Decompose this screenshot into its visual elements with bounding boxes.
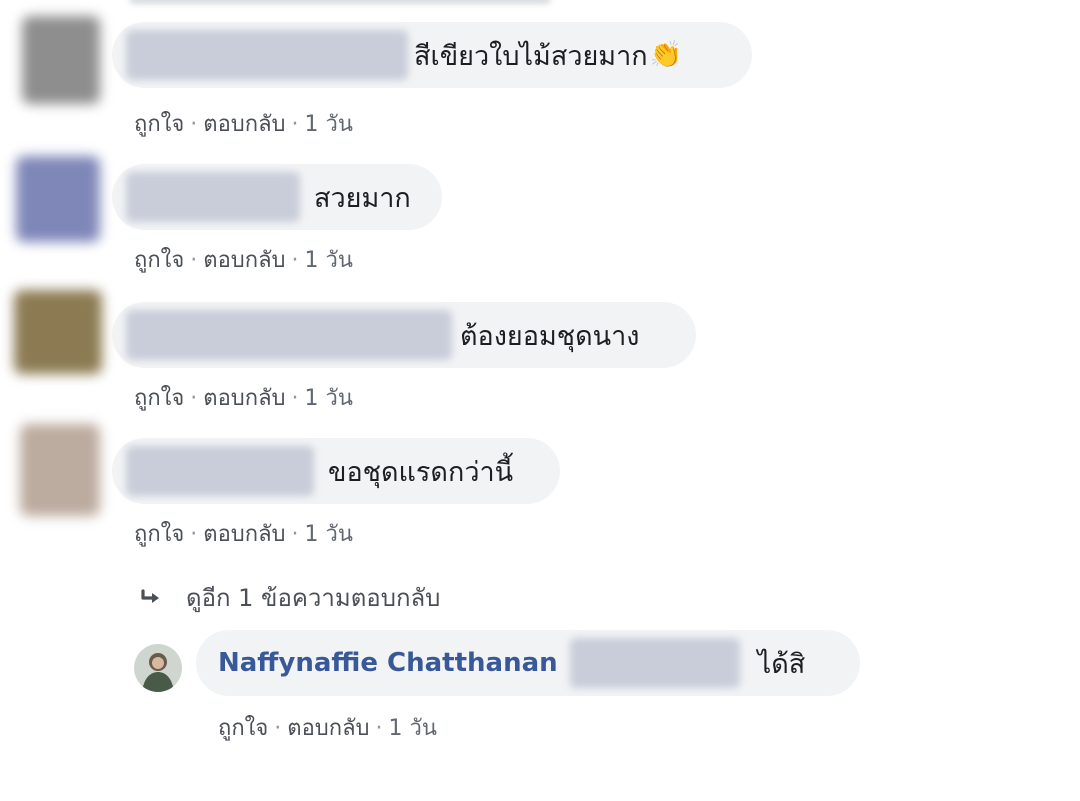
avatar[interactable] — [16, 156, 100, 242]
reply-link[interactable]: ตอบกลับ — [203, 248, 285, 273]
comment-time[interactable]: 1 วัน — [305, 112, 353, 137]
comment-text: ขอชุดแรดกว่านี้ — [328, 456, 514, 488]
reply-link[interactable]: ตอบกลับ — [287, 716, 369, 741]
comment-bubble: สีเขียวใบไม้สวยมาก 👏 — [112, 22, 752, 88]
like-link[interactable]: ถูกใจ — [218, 716, 268, 741]
person-photo-icon — [134, 644, 182, 692]
commenter-name-blurred[interactable] — [126, 172, 300, 222]
like-link[interactable]: ถูกใจ — [134, 112, 184, 137]
reply-author-link[interactable]: Naffynaffie Chatthanan — [218, 648, 558, 678]
truncated-top-line — [130, 0, 550, 4]
comment-time[interactable]: 1 วัน — [305, 386, 353, 411]
clap-emoji: 👏 — [649, 40, 682, 70]
commenter-name-blurred[interactable] — [126, 446, 314, 496]
avatar[interactable] — [14, 290, 102, 374]
comment-bubble: ต้องยอมชุดนาง — [112, 302, 696, 368]
comment-text: สวยมาก — [314, 182, 411, 214]
commenter-name-blurred[interactable] — [126, 310, 452, 360]
comment-time[interactable]: 1 วัน — [305, 248, 353, 273]
reply-bubble: Naffynaffie Chatthanan ได้สิ — [196, 630, 860, 696]
comment-bubble: สวยมาก — [112, 164, 442, 230]
reply-text: ได้สิ — [757, 648, 806, 680]
like-link[interactable]: ถูกใจ — [134, 248, 184, 273]
comment-actions: ถูกใจ · ตอบกลับ · 1 วัน — [134, 386, 353, 411]
reply-link[interactable]: ตอบกลับ — [203, 386, 285, 411]
like-link[interactable]: ถูกใจ — [134, 522, 184, 547]
comment-actions: ถูกใจ · ตอบกลับ · 1 วัน — [134, 248, 353, 273]
reply-time[interactable]: 1 วัน — [389, 716, 437, 741]
comment-bubble: ขอชุดแรดกว่านี้ — [112, 438, 560, 504]
avatar[interactable] — [22, 16, 100, 104]
commenter-name-blurred[interactable] — [126, 30, 408, 80]
reply-link[interactable]: ตอบกลับ — [203, 522, 285, 547]
reply-link[interactable]: ตอบกลับ — [203, 112, 285, 137]
reply-actions: ถูกใจ · ตอบกลับ · 1 วัน — [218, 716, 437, 741]
comment-time[interactable]: 1 วัน — [305, 522, 353, 547]
avatar[interactable] — [20, 424, 100, 516]
comment-actions: ถูกใจ · ตอบกลับ · 1 วัน — [134, 522, 353, 547]
view-more-replies-link[interactable]: ดูอีก 1 ข้อความตอบกลับ — [140, 578, 440, 617]
tagged-name-blurred[interactable] — [569, 638, 740, 688]
like-link[interactable]: ถูกใจ — [134, 386, 184, 411]
reply-avatar[interactable] — [134, 644, 182, 692]
view-more-replies-label: ดูอีก 1 ข้อความตอบกลับ — [186, 584, 441, 612]
reply-arrow-icon — [141, 588, 159, 603]
comment-actions: ถูกใจ · ตอบกลับ · 1 วัน — [134, 112, 353, 137]
comment-text: สีเขียวใบไม้สวยมาก — [414, 40, 648, 72]
comment-text: ต้องยอมชุดนาง — [460, 320, 640, 352]
